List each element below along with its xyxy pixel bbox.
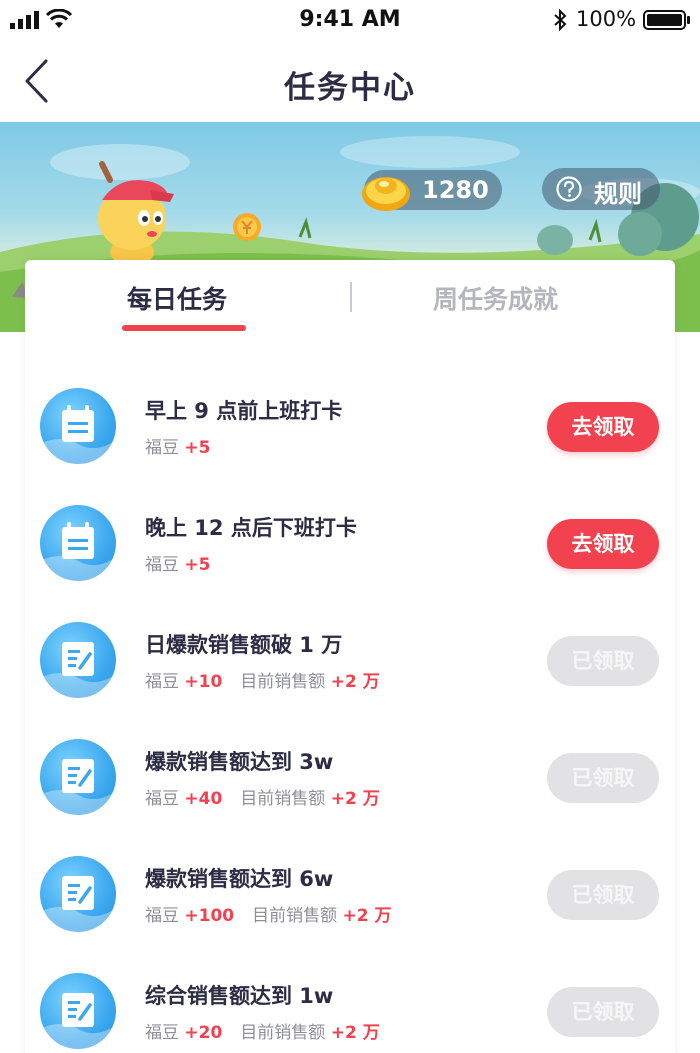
task-reward: 福豆 +100 目前销售额 +2 万 xyxy=(145,901,392,926)
active-tab-indicator xyxy=(122,325,246,331)
balance-badge[interactable]: 1280 xyxy=(362,170,502,211)
reward-value: +5 xyxy=(184,438,211,458)
task-title: 晚上 12 点后下班打卡 xyxy=(145,516,357,540)
task-title: 爆款销售额达到 6w xyxy=(145,867,334,891)
reward-value: +20 xyxy=(184,1023,223,1043)
task-reward: 福豆 +5 xyxy=(145,550,210,575)
task-row: 早上 9 点前上班打卡 福豆 +5 去领取 xyxy=(25,385,675,501)
reward-label: 福豆 xyxy=(145,906,179,926)
reward-value: +40 xyxy=(184,789,223,809)
progress-label: 目前销售额 xyxy=(240,789,326,809)
task-reward: 福豆 +20 目前销售额 +2 万 xyxy=(145,1018,380,1043)
progress-value: +2 万 xyxy=(330,789,380,809)
claim-button[interactable]: 去领取 xyxy=(547,402,659,452)
progress-value: +2 万 xyxy=(342,906,392,926)
task-row: 爆款销售额达到 3w 福豆 +40 目前销售额 +2 万 已领取 xyxy=(25,736,675,852)
status-bar: 9:41 AM 100% xyxy=(0,0,700,40)
reward-label: 福豆 xyxy=(145,789,179,809)
page-title: 任务中心 xyxy=(284,70,416,106)
claimed-button[interactable]: 已领取 xyxy=(547,987,659,1037)
reward-value: +10 xyxy=(184,672,223,692)
coin-icon xyxy=(233,213,261,241)
claimed-button[interactable]: 已领取 xyxy=(547,870,659,920)
reward-label: 福豆 xyxy=(145,555,179,575)
tab-weekly-achievements[interactable]: 周任务成就 xyxy=(433,280,558,316)
claim-button[interactable]: 去领取 xyxy=(547,519,659,569)
task-row: 日爆款销售额破 1 万 福豆 +10 目前销售额 +2 万 已领取 xyxy=(25,619,675,735)
edit-note-icon xyxy=(40,973,116,1049)
bluetooth-icon xyxy=(554,9,567,31)
progress-value: +2 万 xyxy=(330,1023,380,1043)
claimed-button[interactable]: 已领取 xyxy=(547,636,659,686)
battery-icon xyxy=(643,10,690,30)
task-title: 综合销售额达到 1w xyxy=(145,984,334,1008)
rules-label: 规则 xyxy=(594,180,642,208)
claimed-button[interactable]: 已领取 xyxy=(547,753,659,803)
tab-divider xyxy=(350,282,352,312)
nav-bar: 任务中心 xyxy=(0,40,700,122)
reward-label: 福豆 xyxy=(145,672,179,692)
question-circle-icon xyxy=(556,176,582,202)
task-reward: 福豆 +40 目前销售额 +2 万 xyxy=(145,784,380,809)
reward-label: 福豆 xyxy=(145,1023,179,1043)
rules-button[interactable]: 规则 xyxy=(542,168,660,210)
task-title: 早上 9 点前上班打卡 xyxy=(145,399,343,423)
reward-value: +100 xyxy=(184,906,235,926)
calendar-icon xyxy=(40,388,116,464)
edit-note-icon xyxy=(40,622,116,698)
task-title: 爆款销售额达到 3w xyxy=(145,750,334,774)
edit-note-icon xyxy=(40,856,116,932)
task-title: 日爆款销售额破 1 万 xyxy=(145,633,343,657)
task-reward: 福豆 +10 目前销售额 +2 万 xyxy=(145,667,380,692)
battery-percent: 100% xyxy=(576,7,637,31)
balance-value: 1280 xyxy=(422,176,489,204)
task-row: 晚上 12 点后下班打卡 福豆 +5 去领取 xyxy=(25,502,675,618)
tab-daily-tasks[interactable]: 每日任务 xyxy=(127,280,227,316)
progress-value: +2 万 xyxy=(330,672,380,692)
task-row: 爆款销售额达到 6w 福豆 +100 目前销售额 +2 万 已领取 xyxy=(25,853,675,969)
reward-value: +5 xyxy=(184,555,211,575)
edit-note-icon xyxy=(40,739,116,815)
task-reward: 福豆 +5 xyxy=(145,433,210,458)
progress-label: 目前销售额 xyxy=(240,672,326,692)
reward-label: 福豆 xyxy=(145,438,179,458)
calendar-icon xyxy=(40,505,116,581)
gold-ingot-icon xyxy=(362,177,410,211)
progress-label: 目前销售额 xyxy=(240,1023,326,1043)
mascot-illustration xyxy=(98,161,174,266)
progress-label: 目前销售额 xyxy=(252,906,338,926)
task-row: 综合销售额达到 1w 福豆 +20 目前销售额 +2 万 已领取 xyxy=(25,970,675,1053)
task-card: 每日任务 周任务成就 早上 9 点前上班打卡 福豆 +5 去领取 晚上 12 点… xyxy=(25,260,675,1053)
